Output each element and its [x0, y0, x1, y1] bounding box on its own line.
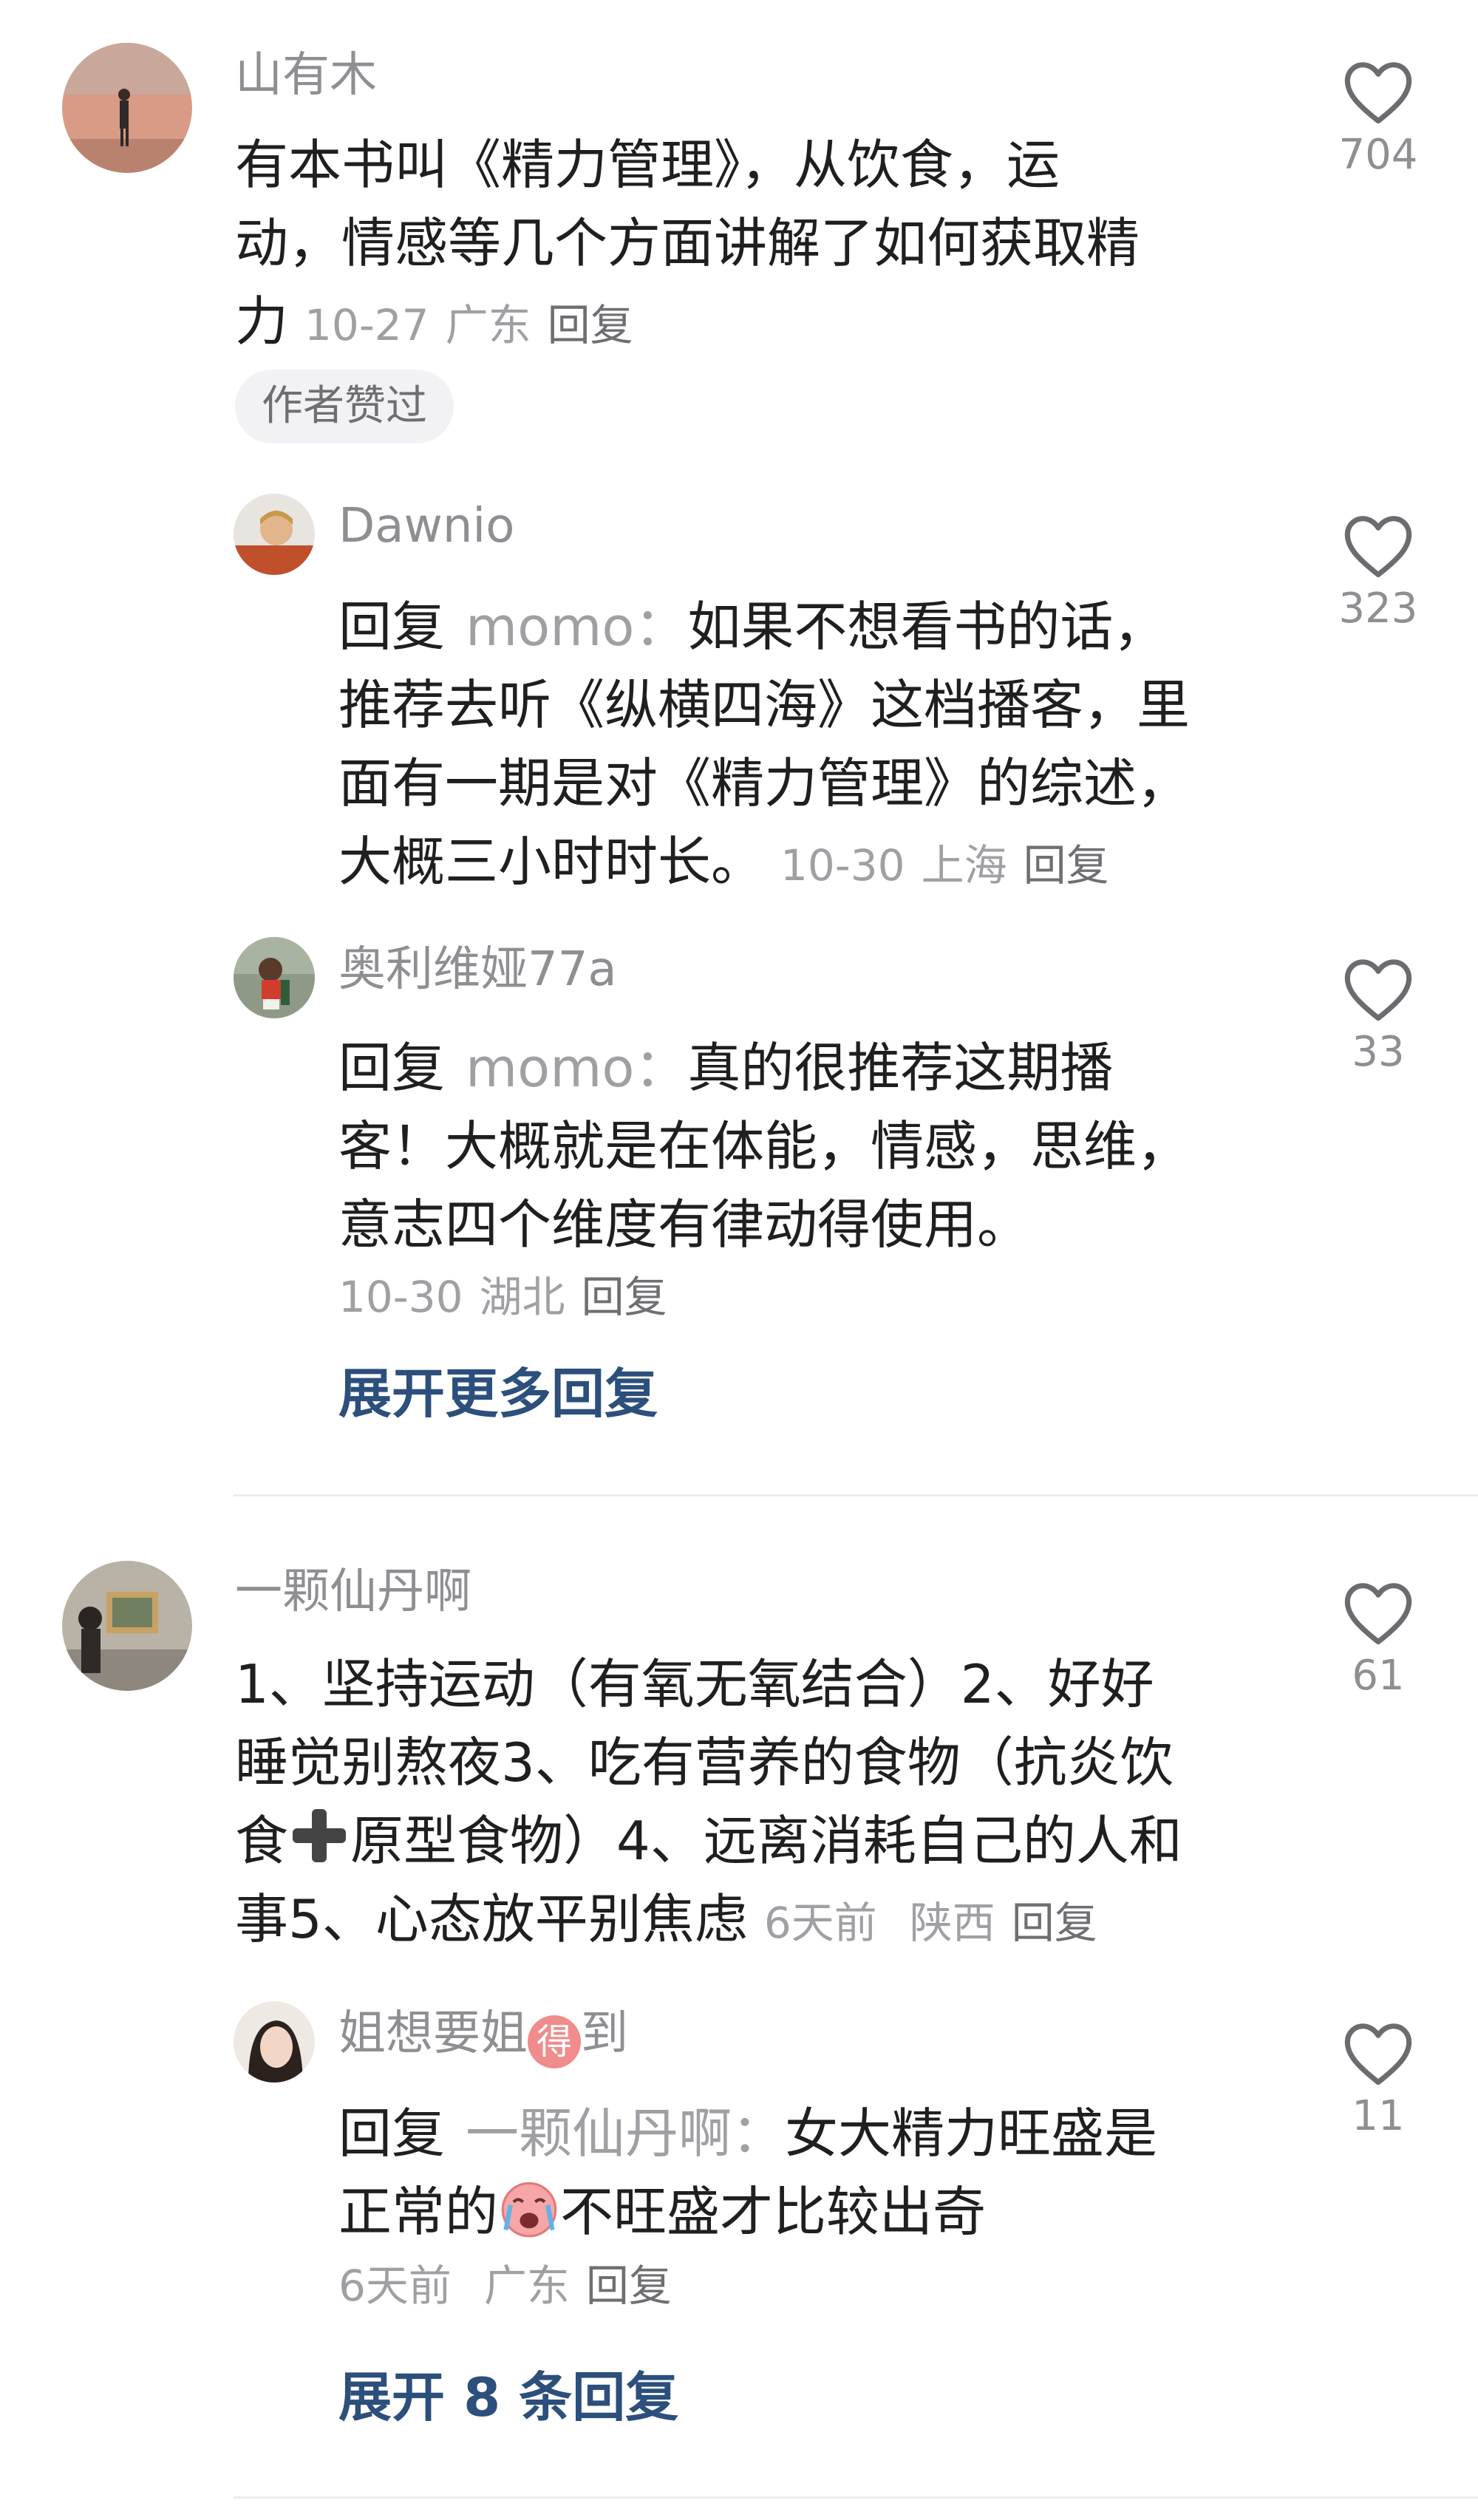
expand-replies-button[interactable]: 展开 8 条回复 — [338, 2371, 678, 2424]
like-count: 11 — [1352, 2092, 1405, 2140]
comment-divider — [234, 2496, 1478, 2499]
like-count: 61 — [1352, 1652, 1405, 1700]
avatar[interactable] — [62, 1561, 192, 1691]
crying-face-emoji — [501, 2182, 557, 2238]
reply-prefix: 回复 — [338, 2102, 446, 2165]
username[interactable]: 姐想要姐得到 — [338, 2010, 628, 2068]
username-badge: 得 — [528, 2015, 581, 2068]
reply-text: 回复 一颗仙丹啊：女大精力旺盛是 正常的 不旺盛才比较出奇 — [338, 2102, 1158, 2243]
reply-location: 广东 — [483, 2261, 570, 2311]
username[interactable]: 一颗仙丹啊 — [235, 1568, 471, 1615]
avatar[interactable] — [234, 2001, 315, 2083]
heart-outline-icon — [1344, 1583, 1412, 1645]
heart-outline-icon — [1344, 2023, 1412, 2085]
reply-button[interactable]: 回复 — [586, 2261, 672, 2311]
reply-button[interactable]: 回复 — [1012, 1898, 1097, 1948]
like-button[interactable]: 61 — [1330, 1579, 1426, 1697]
comment-text: 1、坚持运动（有氧无氧结合）2、好好 睡觉别熬夜3、吃有营养的食物（抗炎饮 食原… — [235, 1653, 1182, 1950]
reply-date: 6天前 — [338, 2261, 452, 2311]
comment-date: 6天前 — [763, 1898, 877, 1948]
like-button[interactable]: 11 — [1330, 2019, 1426, 2137]
comment-location: 陕西 — [909, 1898, 995, 1948]
heavy-plus-emoji — [288, 1805, 350, 1867]
comment-item: 一颗仙丹啊 1、坚持运动（有氧无氧结合）2、好好 睡觉别熬夜3、吃有营养的食物（… — [0, 0, 1478, 2513]
reply-to-user[interactable]: 一颗仙丹啊： — [466, 2102, 785, 2165]
reply-meta: 6天前 广东 回复 — [338, 2264, 672, 2307]
